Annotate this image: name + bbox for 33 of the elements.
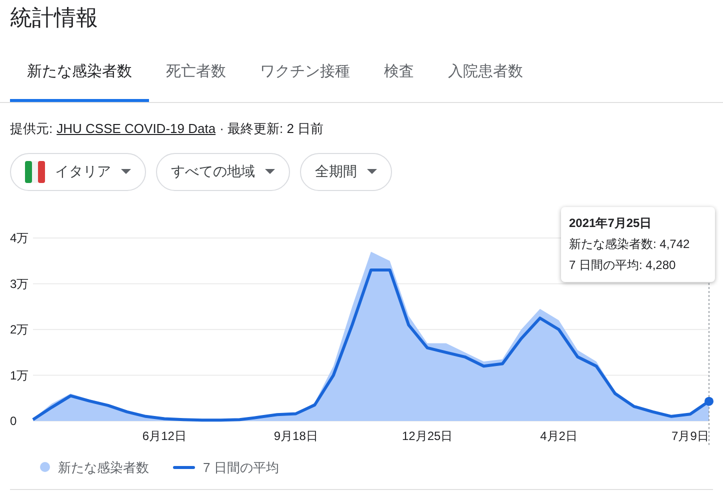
y-tick-label: 0 <box>10 414 17 428</box>
filter-dropdown[interactable]: すべての地域 <box>156 152 290 190</box>
x-tick-label: 7月9日 <box>672 428 709 442</box>
page-title: 統計情報 <box>9 4 98 32</box>
tooltip-date: 2021年7月25日 <box>569 214 653 232</box>
source-link[interactable]: JHU CSSE COVID-19 Data <box>56 119 216 138</box>
x-tick-label: 4月2日 <box>540 428 578 442</box>
tab[interactable]: 入院患者数 <box>431 46 540 102</box>
x-tick-label: 6月12日 <box>142 428 186 442</box>
hover-point <box>704 396 714 406</box>
tab[interactable]: ワクチン接種 <box>243 46 367 102</box>
y-tick-label: 4万 <box>10 230 29 244</box>
x-tick-label: 9月18日 <box>274 428 318 442</box>
tooltip-value: 新たな感染者数: 4,742 <box>569 236 691 252</box>
caret-icon <box>265 169 275 174</box>
y-tick-label: 3万 <box>10 276 29 290</box>
filter-dropdown[interactable]: 全期間 <box>300 152 392 190</box>
legend-line-icon <box>173 466 195 469</box>
italy-flag-icon <box>25 160 45 182</box>
tab[interactable]: 検査 <box>367 46 431 102</box>
source-label: 提供元: <box>10 120 53 138</box>
x-tick-label: 12月25日 <box>402 428 453 442</box>
y-tick-label: 2万 <box>10 322 29 336</box>
tab[interactable]: 死亡者数 <box>149 46 243 102</box>
legend-label: 新たな感染者数 <box>58 458 149 476</box>
filter-dropdown[interactable]: イタリア <box>10 152 146 190</box>
caret-icon <box>121 169 131 174</box>
y-tick-label: 1万 <box>10 368 29 382</box>
caret-icon <box>367 169 377 174</box>
tooltip-value: 7 日間の平均: 4,280 <box>569 256 677 274</box>
legend-label: 7 日間の平均 <box>203 458 279 476</box>
tab[interactable]: 新たな感染者数 <box>10 46 149 102</box>
last-updated-text: · 最終更新: 2 日前 <box>220 120 324 138</box>
